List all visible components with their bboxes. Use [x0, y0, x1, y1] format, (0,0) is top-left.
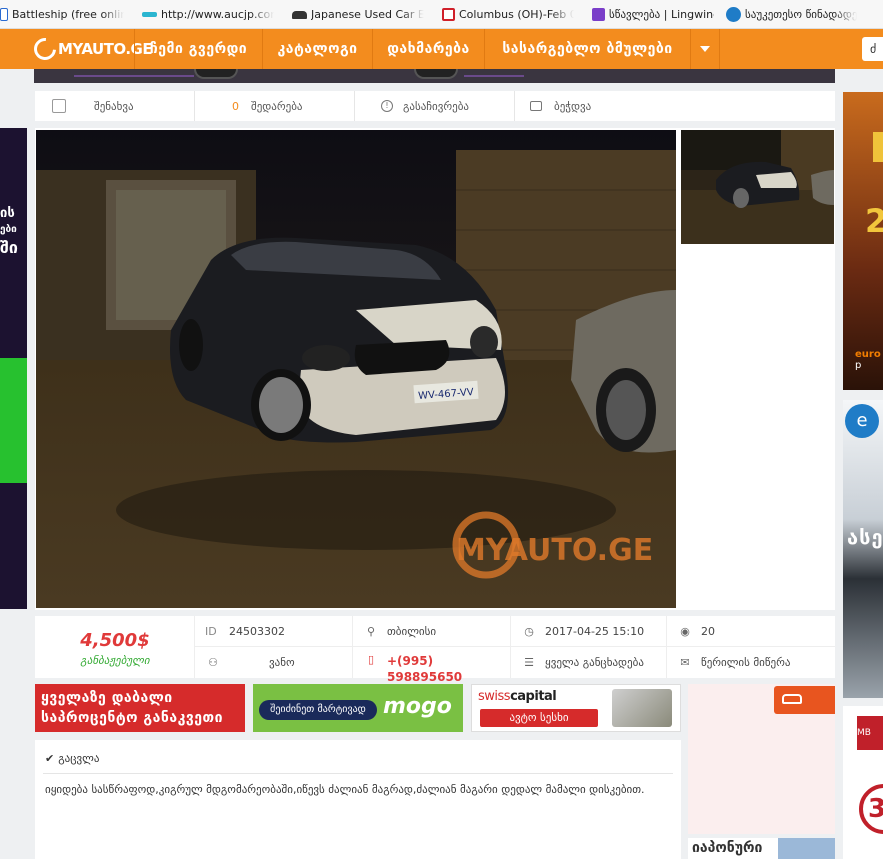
customs-status: განბაჟებული	[80, 654, 150, 667]
search-input[interactable]: ძ	[862, 37, 883, 61]
price-box: 4,500$ განბაჟებული	[35, 616, 195, 678]
right-side-ad-bottom[interactable]: MB 3	[843, 706, 883, 859]
location-pin-icon: ⚲	[366, 624, 376, 638]
description-block: ✔ გაცვლა იყიდება სასწრაფოდ,კიგრულ მდგომარ…	[35, 740, 681, 859]
bookmark-net[interactable]: საუკეთესო წინადადე	[726, 0, 883, 28]
seller-name: ⚇ ვანო	[195, 647, 353, 678]
nav-useful-links[interactable]: სასარგებლო ბმულები	[484, 29, 690, 69]
main-nav: MYAUTO.GE ჩემი გვერდი კატალოგი დახმარება…	[0, 29, 883, 69]
car-icon	[782, 694, 802, 704]
logo-ring-icon	[29, 33, 61, 65]
print-button[interactable]: ბეჭდვა	[515, 91, 675, 121]
photo-thumbnail[interactable]	[681, 130, 834, 244]
right-column-ad[interactable]	[688, 684, 835, 834]
envelope-icon: ✉	[680, 656, 690, 669]
top-banner-ad[interactable]	[34, 69, 835, 83]
info-icon: !	[381, 100, 393, 112]
listing-toolbar: შენახვა 0 შედარება ! გასაჩივრება ბეჭდვა	[35, 91, 835, 121]
nav-my-page[interactable]: ჩემი გვერდი	[134, 29, 262, 69]
banner-line	[74, 75, 194, 77]
list-icon: ☰	[524, 656, 534, 669]
ad-logo-icon: e	[845, 404, 879, 438]
ad-green-block	[0, 358, 27, 483]
bookmark-lingwing[interactable]: სწავლება | Lingwing	[592, 0, 720, 28]
compare-button[interactable]: 0 შედარება	[195, 91, 355, 121]
clock-icon: ◷	[524, 624, 534, 638]
ad-shape	[873, 132, 883, 162]
save-button[interactable]: შენახვა	[35, 91, 195, 121]
car-icon	[292, 10, 307, 19]
banner-wheel	[414, 69, 458, 79]
ad-brand: euro p	[855, 349, 881, 371]
report-button[interactable]: ! გასაჩივრება	[355, 91, 515, 121]
right-side-ad-car[interactable]: e ასე	[843, 400, 883, 698]
listing-date: ◷ 2017-04-25 15:10	[511, 616, 667, 647]
seller-phone[interactable]: ▯ +(995) 598895650	[353, 647, 511, 684]
left-side-ad[interactable]: ის ები ში	[0, 128, 27, 609]
chevron-down-icon	[700, 46, 710, 52]
battleship-icon	[0, 8, 8, 21]
bookmark-battleship[interactable]: Battleship (free online g	[0, 0, 130, 28]
phone-icon: ▯	[367, 653, 375, 666]
price: 4,500$	[80, 630, 150, 651]
aucjp-icon	[142, 12, 157, 17]
all-listings-link[interactable]: ☰ ყველა განცხადება	[511, 647, 667, 678]
main-car-photo[interactable]: WV-467-VV MYAUTO.GE	[36, 130, 676, 608]
save-checkbox[interactable]	[52, 99, 66, 113]
printer-icon	[530, 101, 542, 111]
nav-catalog[interactable]: კატალოგი	[262, 29, 372, 69]
bookmarks-bar: Battleship (free online g http://www.auc…	[0, 0, 883, 29]
nav-more-dropdown[interactable]	[690, 29, 720, 69]
description-text: იყიდება სასწრაფოდ,კიგრულ მდგომარეობაში,ი…	[45, 783, 645, 796]
lingwing-icon	[592, 8, 605, 21]
right-side-ad-europa[interactable]: 2 euro p	[843, 92, 883, 390]
money-image	[612, 689, 672, 727]
bookmark-columbus[interactable]: Columbus (OH)-Feb 01 2	[442, 0, 580, 28]
checkmark-icon: ✔	[45, 752, 55, 765]
listing-id: ID 24503302	[195, 616, 353, 647]
divider	[43, 773, 673, 774]
listing-info: 4,500$ განბაჟებული ID 24503302 ⚲ თბილისი…	[35, 616, 835, 684]
exchange-label: ✔ გაცვლა	[45, 752, 100, 765]
bookmark-japanese-cars[interactable]: Japanese Used Car Expo	[292, 0, 430, 28]
listing-views: ◉ 20	[667, 616, 835, 647]
net-icon	[726, 7, 741, 22]
sponsor-banner-loan[interactable]: ყველაზე დაბალი საპროცენტო განაკვეთი	[35, 684, 245, 732]
user-icon: ⚇	[208, 656, 218, 669]
listing-location: ⚲ თბილისი	[353, 616, 511, 647]
sponsor-banner-swisscapital[interactable]: swisscapital ავტო სესხი	[471, 684, 681, 732]
sponsor-banner-mogo[interactable]: შეიძინეთ მარტივად mogo	[253, 684, 463, 732]
thumbnail-image	[681, 130, 834, 244]
ad-image	[778, 838, 835, 859]
photo-watermark: MYAUTO.GE	[456, 533, 653, 568]
bookmark-aucjp[interactable]: http://www.aucjp.com/a	[142, 0, 280, 28]
aa-icon	[442, 8, 455, 21]
ad-car-button[interactable]	[774, 686, 835, 714]
banner-wheel	[194, 69, 238, 79]
swisscapital-logo: swisscapital	[478, 689, 557, 704]
car-photo-image: WV-467-VV MYAUTO.GE	[36, 130, 676, 608]
japanese-cars-ad[interactable]: იაპონური	[688, 838, 835, 859]
banner-line	[464, 75, 524, 77]
eye-icon: ◉	[680, 624, 690, 638]
nav-help[interactable]: დახმარება	[372, 29, 484, 69]
send-message-link[interactable]: ✉ წერილის მიწერა	[667, 647, 835, 678]
